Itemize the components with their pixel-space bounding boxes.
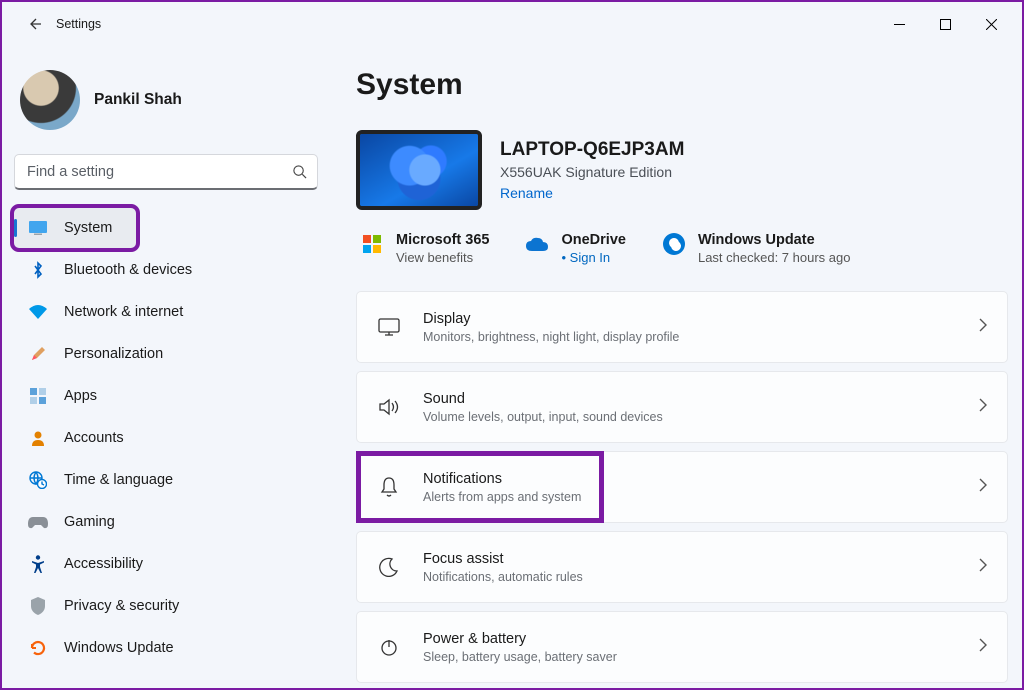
avatar (20, 70, 80, 130)
sidebar-item-windows-update[interactable]: Windows Update (14, 628, 318, 668)
setting-sound[interactable]: Sound Volume levels, output, input, soun… (356, 371, 1008, 443)
status-subtitle: View benefits (396, 250, 489, 265)
power-icon (375, 637, 403, 657)
sidebar-item-privacy[interactable]: Privacy & security (14, 586, 318, 626)
status-subtitle: Sign In (561, 250, 625, 265)
minimize-button[interactable] (876, 8, 922, 40)
gaming-icon (28, 515, 48, 529)
sidebar-item-label: Privacy & security (64, 598, 179, 614)
paintbrush-icon (28, 345, 48, 363)
setting-subtitle: Volume levels, output, input, sound devi… (423, 410, 959, 424)
sidebar-item-time-language[interactable]: Time & language (14, 460, 318, 500)
setting-focus-assist[interactable]: Focus assist Notifications, automatic ru… (356, 531, 1008, 603)
status-row: Microsoft 365 View benefits OneDrive Sig… (356, 232, 1008, 265)
sidebar: Pankil Shah System Bluetooth & devices (2, 46, 334, 688)
minimize-icon (894, 19, 905, 30)
device-info-row: LAPTOP-Q6EJP3AM X556UAK Signature Editio… (356, 130, 1008, 210)
sidebar-item-apps[interactable]: Apps (14, 376, 318, 416)
status-title: Windows Update (698, 232, 851, 248)
search-input-container[interactable] (14, 154, 318, 190)
person-icon (28, 430, 48, 446)
shield-icon (28, 597, 48, 615)
bell-icon (375, 476, 403, 498)
setting-title: Notifications (423, 471, 959, 487)
sidebar-item-bluetooth[interactable]: Bluetooth & devices (14, 250, 318, 290)
chevron-right-icon (979, 398, 987, 417)
setting-subtitle: Notifications, automatic rules (423, 570, 959, 584)
main-content: System LAPTOP-Q6EJP3AM X556UAK Signature… (334, 46, 1022, 688)
sidebar-item-network[interactable]: Network & internet (14, 292, 318, 332)
sidebar-item-label: Gaming (64, 514, 115, 530)
window-title: Settings (56, 17, 101, 31)
setting-subtitle: Alerts from apps and system (423, 490, 959, 504)
setting-display[interactable]: Display Monitors, brightness, night ligh… (356, 291, 1008, 363)
settings-list: Display Monitors, brightness, night ligh… (356, 291, 1008, 683)
setting-subtitle: Sleep, battery usage, battery saver (423, 650, 959, 664)
device-model: X556UAK Signature Edition (500, 164, 684, 180)
close-icon (986, 19, 997, 30)
chevron-right-icon (979, 318, 987, 337)
setting-title: Focus assist (423, 551, 959, 567)
sidebar-item-label: Time & language (64, 472, 173, 488)
chevron-right-icon (979, 558, 987, 577)
search-input[interactable] (15, 164, 281, 180)
page-title: System (356, 68, 1008, 102)
setting-notifications[interactable]: Notifications Alerts from apps and syste… (356, 451, 1008, 523)
sidebar-item-label: System (64, 220, 112, 236)
status-title: OneDrive (561, 232, 625, 248)
sidebar-item-label: Accessibility (64, 556, 143, 572)
windows-update-icon (28, 639, 48, 657)
titlebar: Settings (2, 2, 1022, 46)
sidebar-item-label: Bluetooth & devices (64, 262, 192, 278)
status-onedrive[interactable]: OneDrive Sign In (525, 232, 625, 265)
nav-list: System Bluetooth & devices Network & int… (14, 208, 318, 668)
sidebar-item-label: Personalization (64, 346, 163, 362)
sidebar-item-personalization[interactable]: Personalization (14, 334, 318, 374)
system-icon (28, 221, 48, 235)
profile[interactable]: Pankil Shah (20, 70, 318, 130)
status-windows-update[interactable]: Windows Update Last checked: 7 hours ago (662, 232, 851, 265)
maximize-icon (940, 19, 951, 30)
apps-icon (28, 388, 48, 404)
sidebar-item-gaming[interactable]: Gaming (14, 502, 318, 542)
sidebar-item-label: Apps (64, 388, 97, 404)
setting-power-battery[interactable]: Power & battery Sleep, battery usage, ba… (356, 611, 1008, 683)
sidebar-item-label: Network & internet (64, 304, 183, 320)
back-button[interactable] (14, 6, 54, 42)
setting-title: Sound (423, 391, 959, 407)
setting-title: Power & battery (423, 631, 959, 647)
chevron-right-icon (979, 478, 987, 497)
rename-link[interactable]: Rename (500, 185, 684, 201)
moon-icon (375, 557, 403, 577)
device-name: LAPTOP-Q6EJP3AM (500, 139, 684, 161)
arrow-left-icon (26, 16, 42, 32)
wifi-icon (28, 305, 48, 319)
sidebar-item-label: Windows Update (64, 640, 174, 656)
microsoft-365-icon (360, 232, 384, 256)
status-microsoft-365[interactable]: Microsoft 365 View benefits (360, 232, 489, 265)
close-button[interactable] (968, 8, 1014, 40)
chevron-right-icon (979, 638, 987, 657)
display-icon (375, 318, 403, 336)
globe-clock-icon (28, 471, 48, 489)
sound-icon (375, 397, 403, 417)
setting-title: Display (423, 311, 959, 327)
user-name: Pankil Shah (94, 91, 182, 109)
onedrive-icon (525, 232, 549, 256)
device-thumbnail (356, 130, 482, 210)
sidebar-item-accounts[interactable]: Accounts (14, 418, 318, 458)
accessibility-icon (28, 555, 48, 573)
status-title: Microsoft 365 (396, 232, 489, 248)
status-subtitle: Last checked: 7 hours ago (698, 250, 851, 265)
sidebar-item-system[interactable]: System (14, 208, 136, 248)
maximize-button[interactable] (922, 8, 968, 40)
windows-update-status-icon (662, 232, 686, 256)
sidebar-item-label: Accounts (64, 430, 124, 446)
bluetooth-icon (28, 261, 48, 279)
search-icon (281, 164, 317, 179)
sidebar-item-accessibility[interactable]: Accessibility (14, 544, 318, 584)
setting-subtitle: Monitors, brightness, night light, displ… (423, 330, 959, 344)
